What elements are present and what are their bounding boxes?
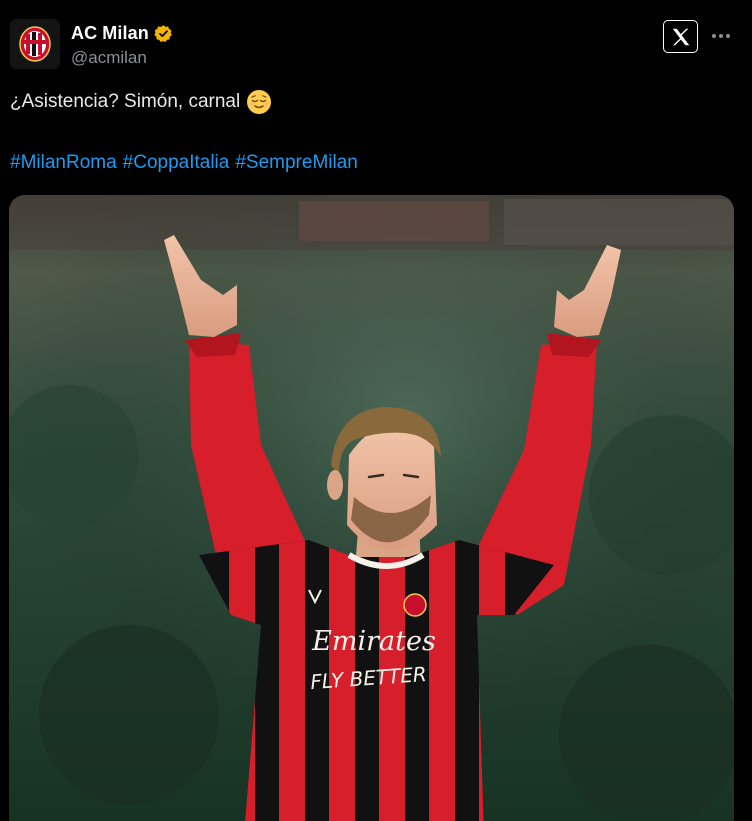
tweet-text: ¿Asistencia? Simón, carnal xyxy=(10,91,241,112)
handle[interactable]: @acmilan xyxy=(71,48,173,68)
tweet-text-row: ¿Asistencia? Simón, carnal xyxy=(10,89,272,115)
hashtag-coppaitalia[interactable]: #CoppaItalia xyxy=(123,152,230,173)
avatar[interactable] xyxy=(10,19,60,69)
hashtag-sempremilan[interactable]: #SempreMilan xyxy=(235,152,358,173)
x-logo-icon[interactable] xyxy=(663,20,698,53)
display-name[interactable]: AC Milan xyxy=(71,23,149,44)
more-dots-icon[interactable] xyxy=(710,23,732,49)
relieved-face-emoji-icon xyxy=(246,89,272,115)
hashtags: #MilanRoma #CoppaItalia #SempreMilan xyxy=(10,152,364,174)
tweet-header: AC Milan @acmilan xyxy=(10,17,740,73)
tweet-photo[interactable]: Emirates FLY BETTER xyxy=(9,195,734,821)
jersey-sponsor-line1: Emirates xyxy=(311,626,436,657)
tweet-card: AC Milan @acmilan ¿Asistencia? Simón, ca… xyxy=(0,0,752,821)
account-names: AC Milan @acmilan xyxy=(71,21,173,68)
ac-milan-crest-icon xyxy=(19,26,51,62)
display-name-row: AC Milan xyxy=(71,21,173,45)
verified-badge-icon xyxy=(154,24,173,43)
player-celebration-photo: Emirates FLY BETTER xyxy=(9,195,734,821)
hashtag-milanroma[interactable]: #MilanRoma xyxy=(10,152,117,173)
